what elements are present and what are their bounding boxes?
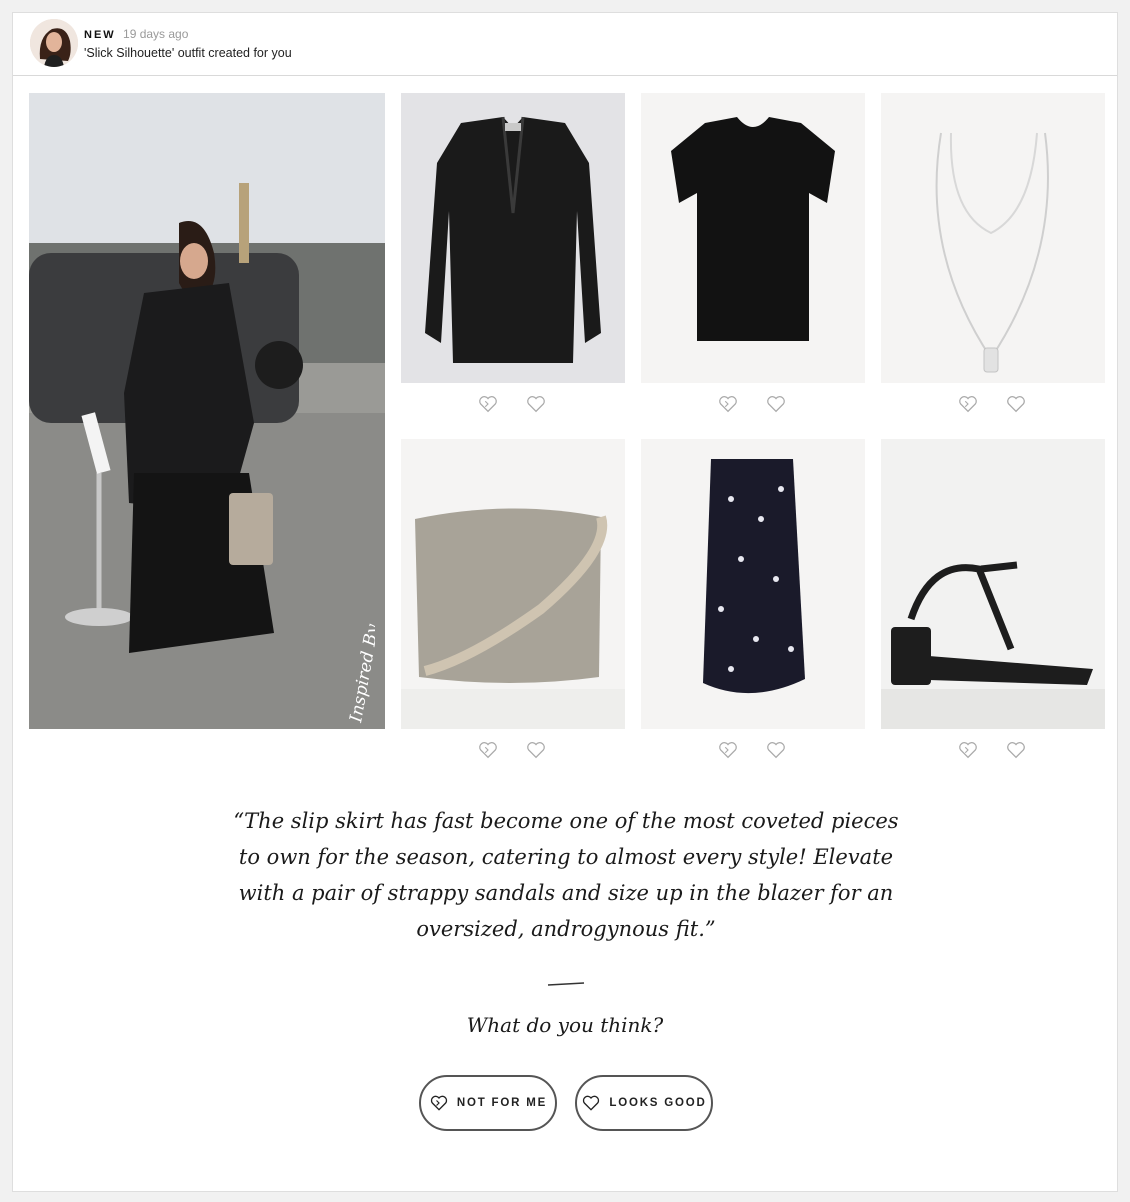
product-necklace-image[interactable] <box>881 93 1105 383</box>
product-sandals-actions <box>881 739 1105 761</box>
heart-icon[interactable] <box>525 739 547 761</box>
inspiration-photo: Inspired By <box>29 93 385 729</box>
outfit-card: NEW 19 days ago 'Slick Silhouette' outfi… <box>12 12 1118 1192</box>
looks-good-button[interactable]: LOOKS GOOD <box>575 1075 713 1131</box>
looks-good-label: LOOKS GOOD <box>609 1097 707 1109</box>
heart-icon[interactable] <box>765 739 787 761</box>
feedback-question: What do you think? <box>466 1013 664 1037</box>
product-blazer-image[interactable] <box>401 93 625 383</box>
product-skirt-image[interactable] <box>641 439 865 729</box>
product-bag-image[interactable] <box>401 439 625 729</box>
dislike-heart-icon[interactable] <box>957 739 979 761</box>
product-skirt-actions <box>641 739 865 761</box>
broken-heart-icon <box>430 1095 448 1111</box>
heart-icon[interactable] <box>1005 739 1027 761</box>
product-sandals-image[interactable] <box>881 439 1105 729</box>
dislike-heart-icon[interactable] <box>477 393 499 415</box>
product-tshirt-actions <box>641 393 865 415</box>
dislike-heart-icon[interactable] <box>717 739 739 761</box>
heart-icon <box>583 1095 600 1111</box>
dislike-heart-icon[interactable] <box>477 739 499 761</box>
dislike-heart-icon[interactable] <box>717 393 739 415</box>
product-bag-actions <box>401 739 625 761</box>
meta-row: NEW 19 days ago <box>84 27 188 42</box>
inspired-by-caption: Inspired By <box>346 622 375 725</box>
heart-icon[interactable] <box>1005 393 1027 415</box>
timestamp: 19 days ago <box>123 27 189 41</box>
new-badge: NEW <box>84 29 116 41</box>
heart-icon[interactable] <box>765 393 787 415</box>
stylist-quote: “The slip skirt has fast become one of t… <box>233 809 899 941</box>
avatar <box>30 19 78 67</box>
not-for-me-label: NOT FOR ME <box>456 1097 548 1109</box>
not-for-me-button[interactable]: NOT FOR ME <box>419 1075 557 1131</box>
card-header: NEW 19 days ago 'Slick Silhouette' outfi… <box>13 13 1117 76</box>
outfit-subtitle: 'Slick Silhouette' outfit created for yo… <box>84 46 292 60</box>
dislike-heart-icon[interactable] <box>957 393 979 415</box>
product-blazer-actions <box>401 393 625 415</box>
product-necklace-actions <box>881 393 1105 415</box>
divider <box>547 982 585 986</box>
product-tshirt-image[interactable] <box>641 93 865 383</box>
heart-icon[interactable] <box>525 393 547 415</box>
